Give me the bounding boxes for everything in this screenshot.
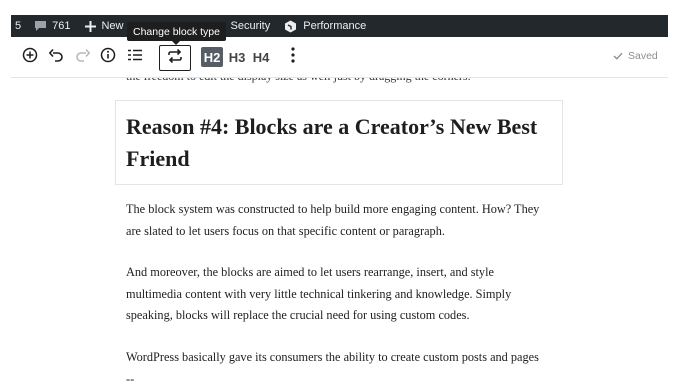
redo-icon xyxy=(75,48,90,67)
undo-icon xyxy=(48,48,64,67)
heading-block[interactable]: Reason #4: Blocks are a Creator’s New Be… xyxy=(115,100,563,185)
new-menu[interactable]: New xyxy=(83,15,124,37)
saved-status: Saved xyxy=(613,50,658,62)
paragraph-block[interactable]: And moreover, the blocks are aimed to le… xyxy=(126,262,546,327)
block-switcher-button[interactable] xyxy=(159,45,191,71)
admin-bar: 5 761 New Security Performance xyxy=(11,15,668,37)
performance-label: Performance xyxy=(303,20,367,32)
info-button[interactable] xyxy=(97,45,119,69)
list-view-button[interactable] xyxy=(124,45,146,69)
admin-bar-count-text: 5 xyxy=(15,20,22,32)
heading-level-h4-button[interactable]: H4 xyxy=(251,47,271,67)
comment-icon xyxy=(33,19,47,33)
security-menu[interactable]: Security xyxy=(231,15,271,37)
heading-level-h2-button[interactable]: H2 xyxy=(201,47,223,67)
redo-button[interactable] xyxy=(71,45,93,69)
saved-label: Saved xyxy=(628,50,658,62)
plus-icon xyxy=(83,19,97,33)
check-icon xyxy=(613,52,623,60)
h3-label: H3 xyxy=(228,49,246,65)
vertical-ellipsis-icon xyxy=(291,46,295,68)
plus-circle-icon xyxy=(22,47,38,68)
performance-icon xyxy=(283,19,297,33)
change-block-type-tooltip: Change block type xyxy=(127,22,226,45)
new-label: New xyxy=(101,20,124,32)
comments-menu[interactable]: 761 xyxy=(33,15,70,37)
transform-icon xyxy=(167,48,183,68)
h4-label: H4 xyxy=(252,49,270,65)
admin-bar-count[interactable]: 5 xyxy=(15,15,21,37)
paragraph-block[interactable]: WordPress basically gave its consumers t… xyxy=(126,347,546,390)
heading-level-h3-button[interactable]: H3 xyxy=(227,47,247,67)
more-options-button[interactable] xyxy=(285,45,301,69)
performance-menu[interactable]: Performance xyxy=(283,15,366,37)
list-view-icon xyxy=(128,48,142,66)
comments-count: 761 xyxy=(52,20,71,32)
security-label: Security xyxy=(230,20,271,32)
paragraph-block[interactable]: The block system was constructed to help… xyxy=(126,199,546,242)
undo-button[interactable] xyxy=(45,45,67,69)
add-block-button[interactable] xyxy=(19,45,41,69)
editor-toolbar xyxy=(11,37,668,78)
info-icon xyxy=(100,47,116,68)
h2-label: H2 xyxy=(203,49,221,65)
heading-text[interactable]: Reason #4: Blocks are a Creator’s New Be… xyxy=(126,111,546,175)
